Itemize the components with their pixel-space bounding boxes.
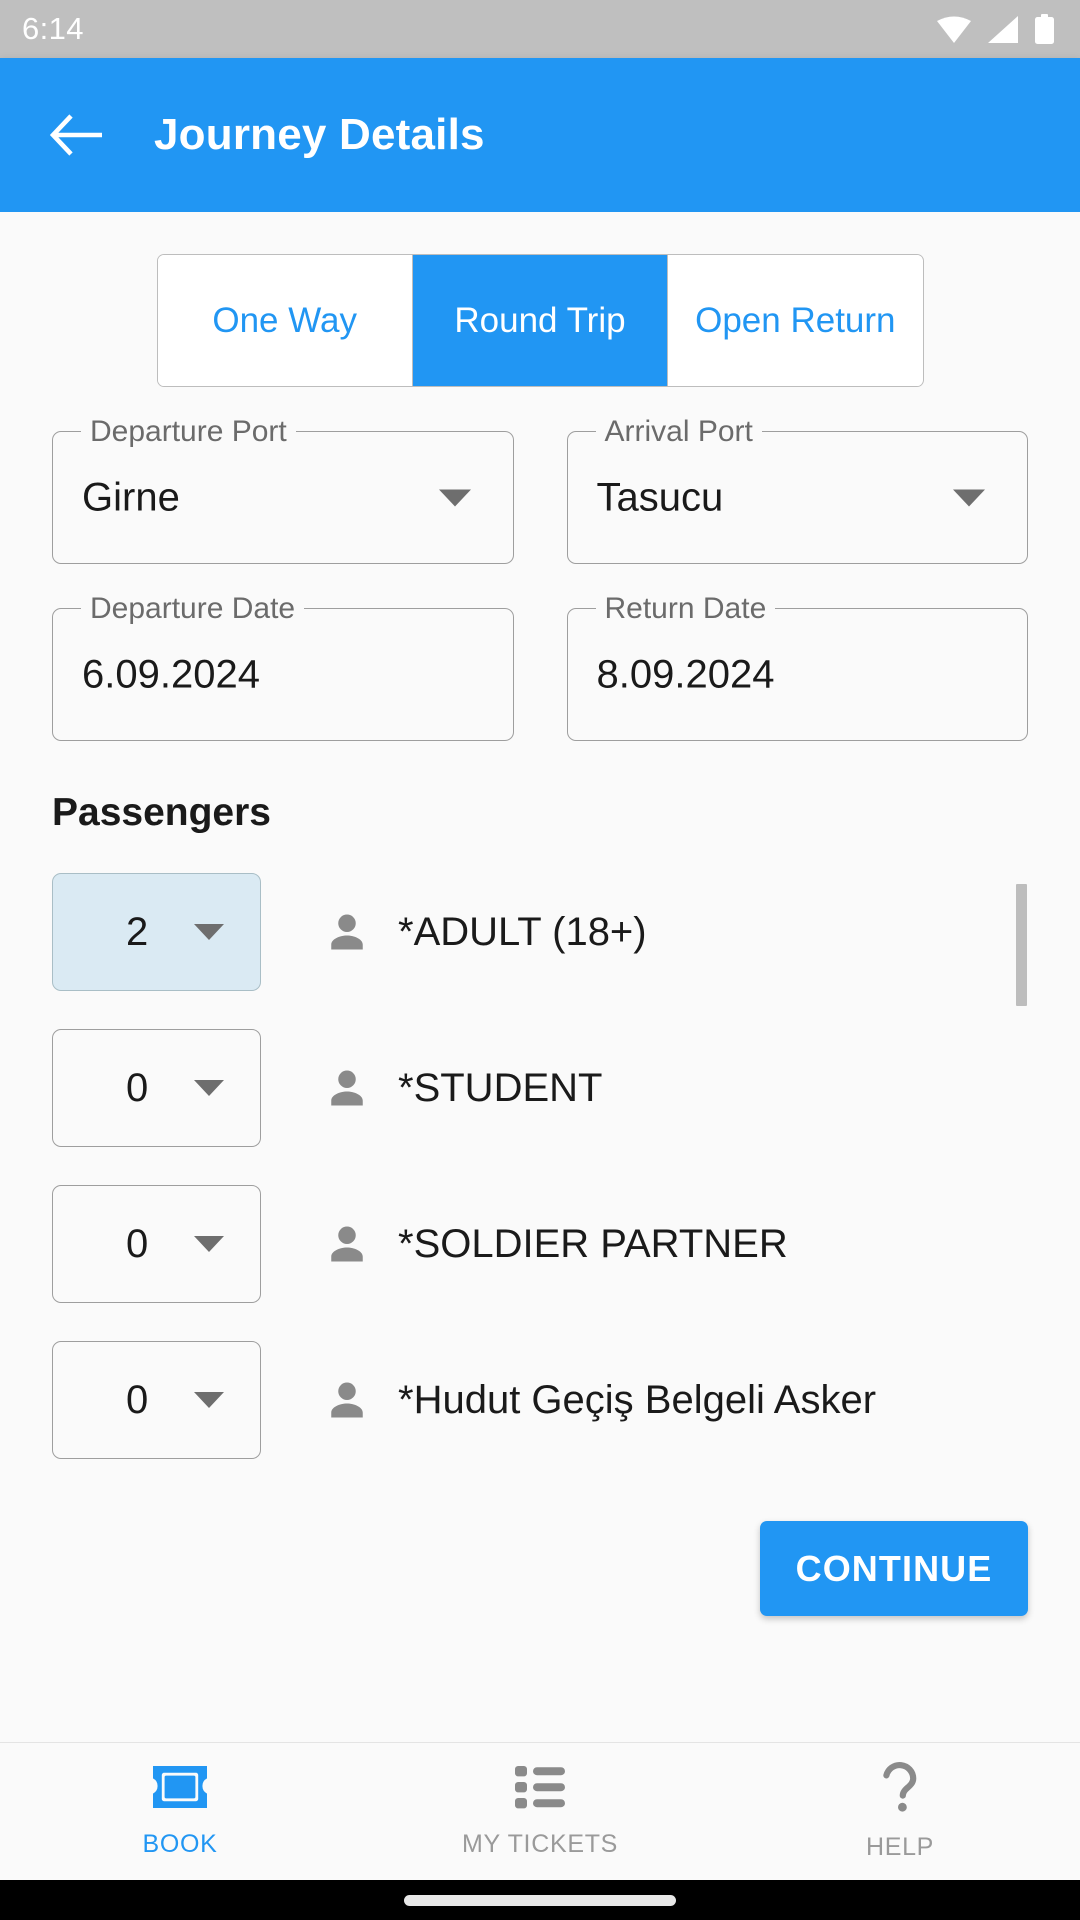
continue-row: CONTINUE [0,1521,1080,1616]
wifi-icon [937,16,971,43]
border-pass-soldier-count-dropdown[interactable]: 0 [52,1341,261,1459]
soldier-partner-label: *SOLDIER PARTNER [398,1221,788,1266]
chevron-down-icon[interactable] [194,924,224,940]
soldier-partner-count-dropdown[interactable]: 0 [52,1185,261,1303]
passengers-heading: Passengers [52,791,271,834]
person-icon [326,1379,368,1421]
nav-label-book: BOOK [142,1830,218,1858]
adult-count-value: 2 [126,909,149,954]
trip-type-segmented-control: One Way Round Trip Open Return [156,254,924,387]
adult-label: *ADULT (18+) [398,909,647,954]
gesture-pill[interactable] [404,1894,676,1906]
phone-screen: 6:14 Journey Details One Way Round Trip … [0,0,1080,1920]
nav-item-book[interactable]: BOOK [0,1743,360,1880]
status-bar: 6:14 [0,0,1080,58]
passenger-row-adult: 2 *ADULT (18+) [0,873,1080,991]
ports-row: Departure Port Girne Arrival Port Tasucu [0,414,1080,564]
return-date-field[interactable]: Return Date 8.09.2024 [566,591,1028,741]
back-button[interactable] [44,103,108,167]
question-icon [883,1761,917,1812]
departure-date-value: 6.09.2024 [82,652,260,696]
passenger-row-soldier-partner: 0 *SOLDIER PARTNER [0,1185,1080,1303]
return-date-value: 8.09.2024 [596,652,775,696]
system-gesture-bar [0,1880,1080,1920]
nav-label-help: HELP [865,1833,935,1861]
arrival-port-field[interactable]: Arrival Port Tasucu [566,414,1028,564]
person-icon [326,1067,368,1109]
student-count-value: 0 [126,1065,149,1110]
adult-count-dropdown[interactable]: 2 [52,873,261,991]
continue-button[interactable]: CONTINUE [760,1521,1028,1616]
status-bar-clock: 6:14 [22,11,84,46]
list-icon [515,1766,565,1809]
tab-one-way[interactable]: One Way [157,255,412,386]
person-icon [326,1223,368,1265]
content-area: One Way Round Trip Open Return Departure… [0,212,1080,1742]
page-title: Journey Details [154,110,485,159]
chevron-down-icon[interactable] [194,1236,224,1252]
arrival-port-value: Tasucu [596,475,724,519]
passenger-row-student: 0 *STUDENT [0,1029,1080,1147]
back-arrow-icon [50,114,102,156]
passenger-row-border-pass-soldier: 0 *Hudut Geçiş Belgeli Asker [0,1341,1080,1459]
departure-port-label: Departure Port [81,414,296,450]
app-bar: Journey Details [0,58,1080,212]
vertical-scrollbar[interactable] [1016,884,1027,1006]
departure-port-value: Girne [82,475,180,519]
departure-port-field[interactable]: Departure Port Girne [52,414,514,564]
cell-signal-icon [988,15,1018,43]
chevron-down-icon[interactable] [438,489,471,506]
departure-date-field[interactable]: Departure Date 6.09.2024 [52,591,514,741]
arrival-port-label: Arrival Port [595,414,762,450]
border-pass-soldier-count-value: 0 [126,1377,149,1422]
return-date-label: Return Date [595,591,776,627]
tab-round-trip[interactable]: Round Trip [411,255,668,386]
nav-label-my-tickets: MY TICKETS [461,1830,619,1858]
nav-item-help[interactable]: HELP [720,1743,1080,1880]
battery-icon [1035,14,1054,44]
chevron-down-icon[interactable] [194,1080,224,1096]
ticket-icon [153,1766,207,1808]
dates-row: Departure Date 6.09.2024 Return Date 8.0… [0,591,1080,741]
student-label: *STUDENT [398,1065,603,1110]
chevron-down-icon[interactable] [194,1392,224,1408]
student-count-dropdown[interactable]: 0 [52,1029,261,1147]
bottom-navigation: BOOK MY TICKETS HELP [0,1742,1080,1880]
person-icon [326,911,368,953]
nav-item-my-tickets[interactable]: MY TICKETS [360,1743,720,1880]
soldier-partner-count-value: 0 [126,1221,149,1266]
chevron-down-icon[interactable] [953,489,985,506]
status-bar-icons [937,14,1054,44]
tab-open-return[interactable]: Open Return [667,255,923,386]
border-pass-soldier-label: *Hudut Geçiş Belgeli Asker [398,1377,877,1422]
departure-date-label: Departure Date [81,591,305,627]
